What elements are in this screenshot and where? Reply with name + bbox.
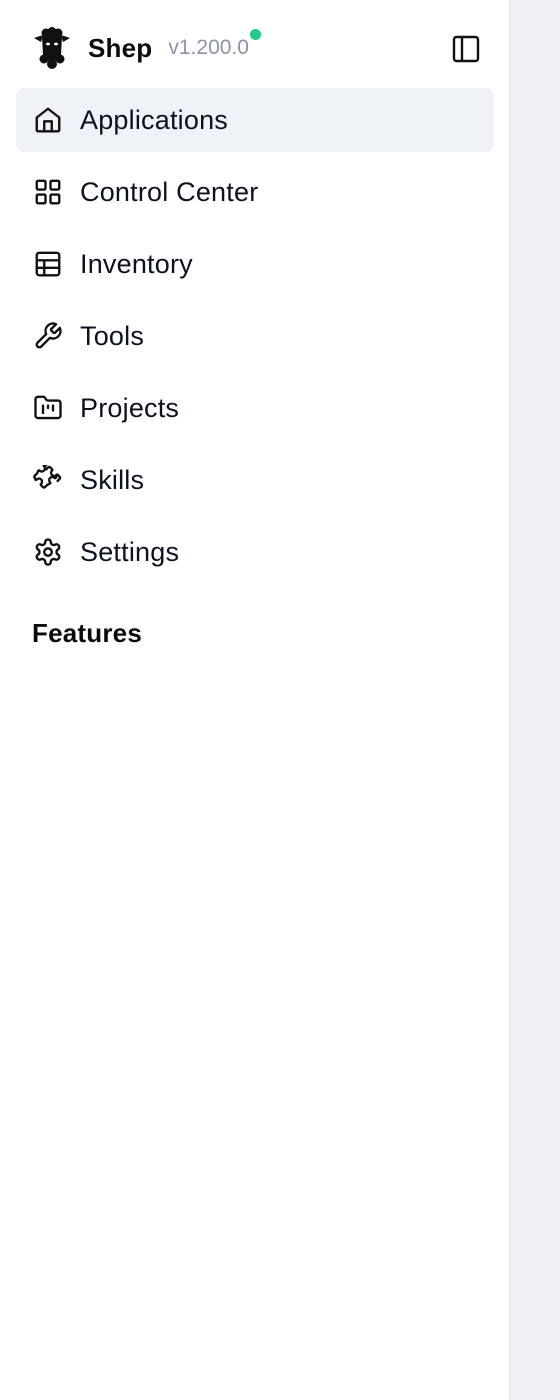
sidebar-item-label: Applications [80,104,228,135]
gear-icon [32,536,64,568]
sidebar-item-label: Projects [80,392,180,423]
wrench-icon [32,320,64,352]
sidebar: Shep v1.200.0 Applications Control Cente… [0,0,510,1400]
sidebar-item-tools[interactable]: Tools [16,304,494,368]
table-icon [32,248,64,280]
sidebar-item-label: Settings [80,536,180,567]
version-wrapper: v1.200.0 [168,29,261,60]
app-window: Shep v1.200.0 Applications Control Cente… [0,0,560,1400]
version-label: v1.200.0 [168,36,249,59]
sidebar-item-label: Tools [80,320,145,351]
sidebar-nav: Applications Control Center Inventory To… [16,88,494,592]
sidebar-item-settings[interactable]: Settings [16,520,494,584]
main-content-area [510,0,560,1400]
sidebar-header: Shep v1.200.0 [32,24,481,72]
sidebar-item-label: Skills [80,464,145,495]
home-icon [32,104,64,136]
puzzle-icon [32,464,64,496]
folder-kanban-icon [32,392,64,424]
sheep-logo-icon[interactable] [32,26,72,70]
sidebar-toggle-icon [452,35,480,63]
status-dot [249,29,261,40]
app-name: Shep [88,32,153,63]
sidebar-item-skills[interactable]: Skills [16,448,494,512]
sidebar-item-label: Inventory [80,248,193,279]
features-section-title: Features [32,618,142,648]
sidebar-toggle-button[interactable] [451,34,481,64]
sidebar-item-label: Control Center [80,176,259,207]
sidebar-item-control-center[interactable]: Control Center [16,160,494,224]
sidebar-item-projects[interactable]: Projects [16,376,494,440]
grid-icon [32,176,64,208]
sidebar-item-inventory[interactable]: Inventory [16,232,494,296]
sidebar-item-applications[interactable]: Applications [16,88,494,152]
